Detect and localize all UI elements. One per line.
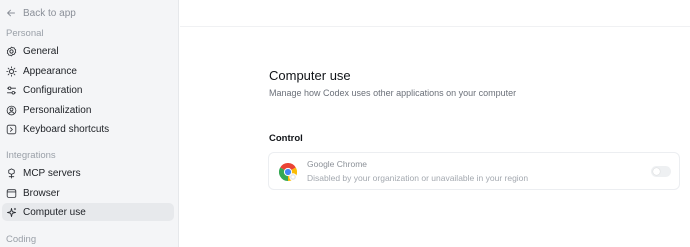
sidebar-item-mcp-servers[interactable]: MCP servers bbox=[2, 164, 174, 182]
sidebar-item-label: Personalization bbox=[23, 104, 92, 116]
sidebar-item-general[interactable]: General bbox=[2, 42, 174, 60]
section-label-integrations: Integrations bbox=[6, 150, 56, 161]
control-section-heading: Control bbox=[269, 133, 303, 144]
sparkle-icon bbox=[6, 207, 17, 218]
page-subtitle: Manage how Codex uses other applications… bbox=[269, 88, 517, 98]
chrome-icon bbox=[279, 163, 297, 181]
sidebar-item-configuration[interactable]: Configuration bbox=[2, 81, 174, 99]
toggle-knob bbox=[653, 168, 660, 175]
section-label-coding: Coding bbox=[6, 234, 37, 245]
section-label-personal: Personal bbox=[6, 28, 44, 39]
sidebar-item-label: Configuration bbox=[23, 84, 83, 96]
sun-icon bbox=[6, 65, 17, 77]
sidebar-item-appearance[interactable]: Appearance bbox=[2, 62, 174, 80]
sidebar-item-keyboard-shortcuts[interactable]: Keyboard shortcuts bbox=[2, 120, 174, 138]
back-to-app-label: Back to app bbox=[23, 7, 76, 19]
user-circle-icon bbox=[6, 105, 17, 116]
server-icon bbox=[6, 168, 17, 179]
gear-icon bbox=[6, 46, 17, 57]
settings-sidebar: Back to app Personal General Appearance … bbox=[0, 0, 179, 247]
sidebar-item-label: Browser bbox=[23, 187, 60, 199]
header-divider bbox=[180, 26, 690, 27]
sidebar-item-label: Keyboard shortcuts bbox=[23, 123, 110, 135]
app-enable-toggle[interactable] bbox=[651, 166, 671, 177]
sidebar-item-label: General bbox=[23, 45, 59, 57]
app-status-description: Disabled by your organization or unavail… bbox=[307, 173, 529, 183]
sidebar-item-browser[interactable]: Browser bbox=[2, 184, 174, 202]
sidebar-item-label: Appearance bbox=[23, 65, 77, 77]
page-title: Computer use bbox=[269, 68, 351, 83]
sidebar-item-label: MCP servers bbox=[23, 167, 81, 179]
back-to-app-link[interactable]: Back to app bbox=[6, 6, 76, 20]
sidebar-item-personalization[interactable]: Personalization bbox=[2, 101, 174, 119]
sliders-icon bbox=[6, 85, 17, 96]
sidebar-item-label: Computer use bbox=[23, 206, 86, 218]
sidebar-item-computer-use[interactable]: Computer use bbox=[2, 203, 174, 221]
app-permission-row: Google Chrome Disabled by your organizat… bbox=[268, 152, 680, 190]
arrow-left-icon bbox=[7, 9, 15, 17]
browser-icon bbox=[6, 188, 17, 199]
keyboard-icon bbox=[6, 124, 17, 135]
app-name: Google Chrome bbox=[307, 159, 368, 169]
